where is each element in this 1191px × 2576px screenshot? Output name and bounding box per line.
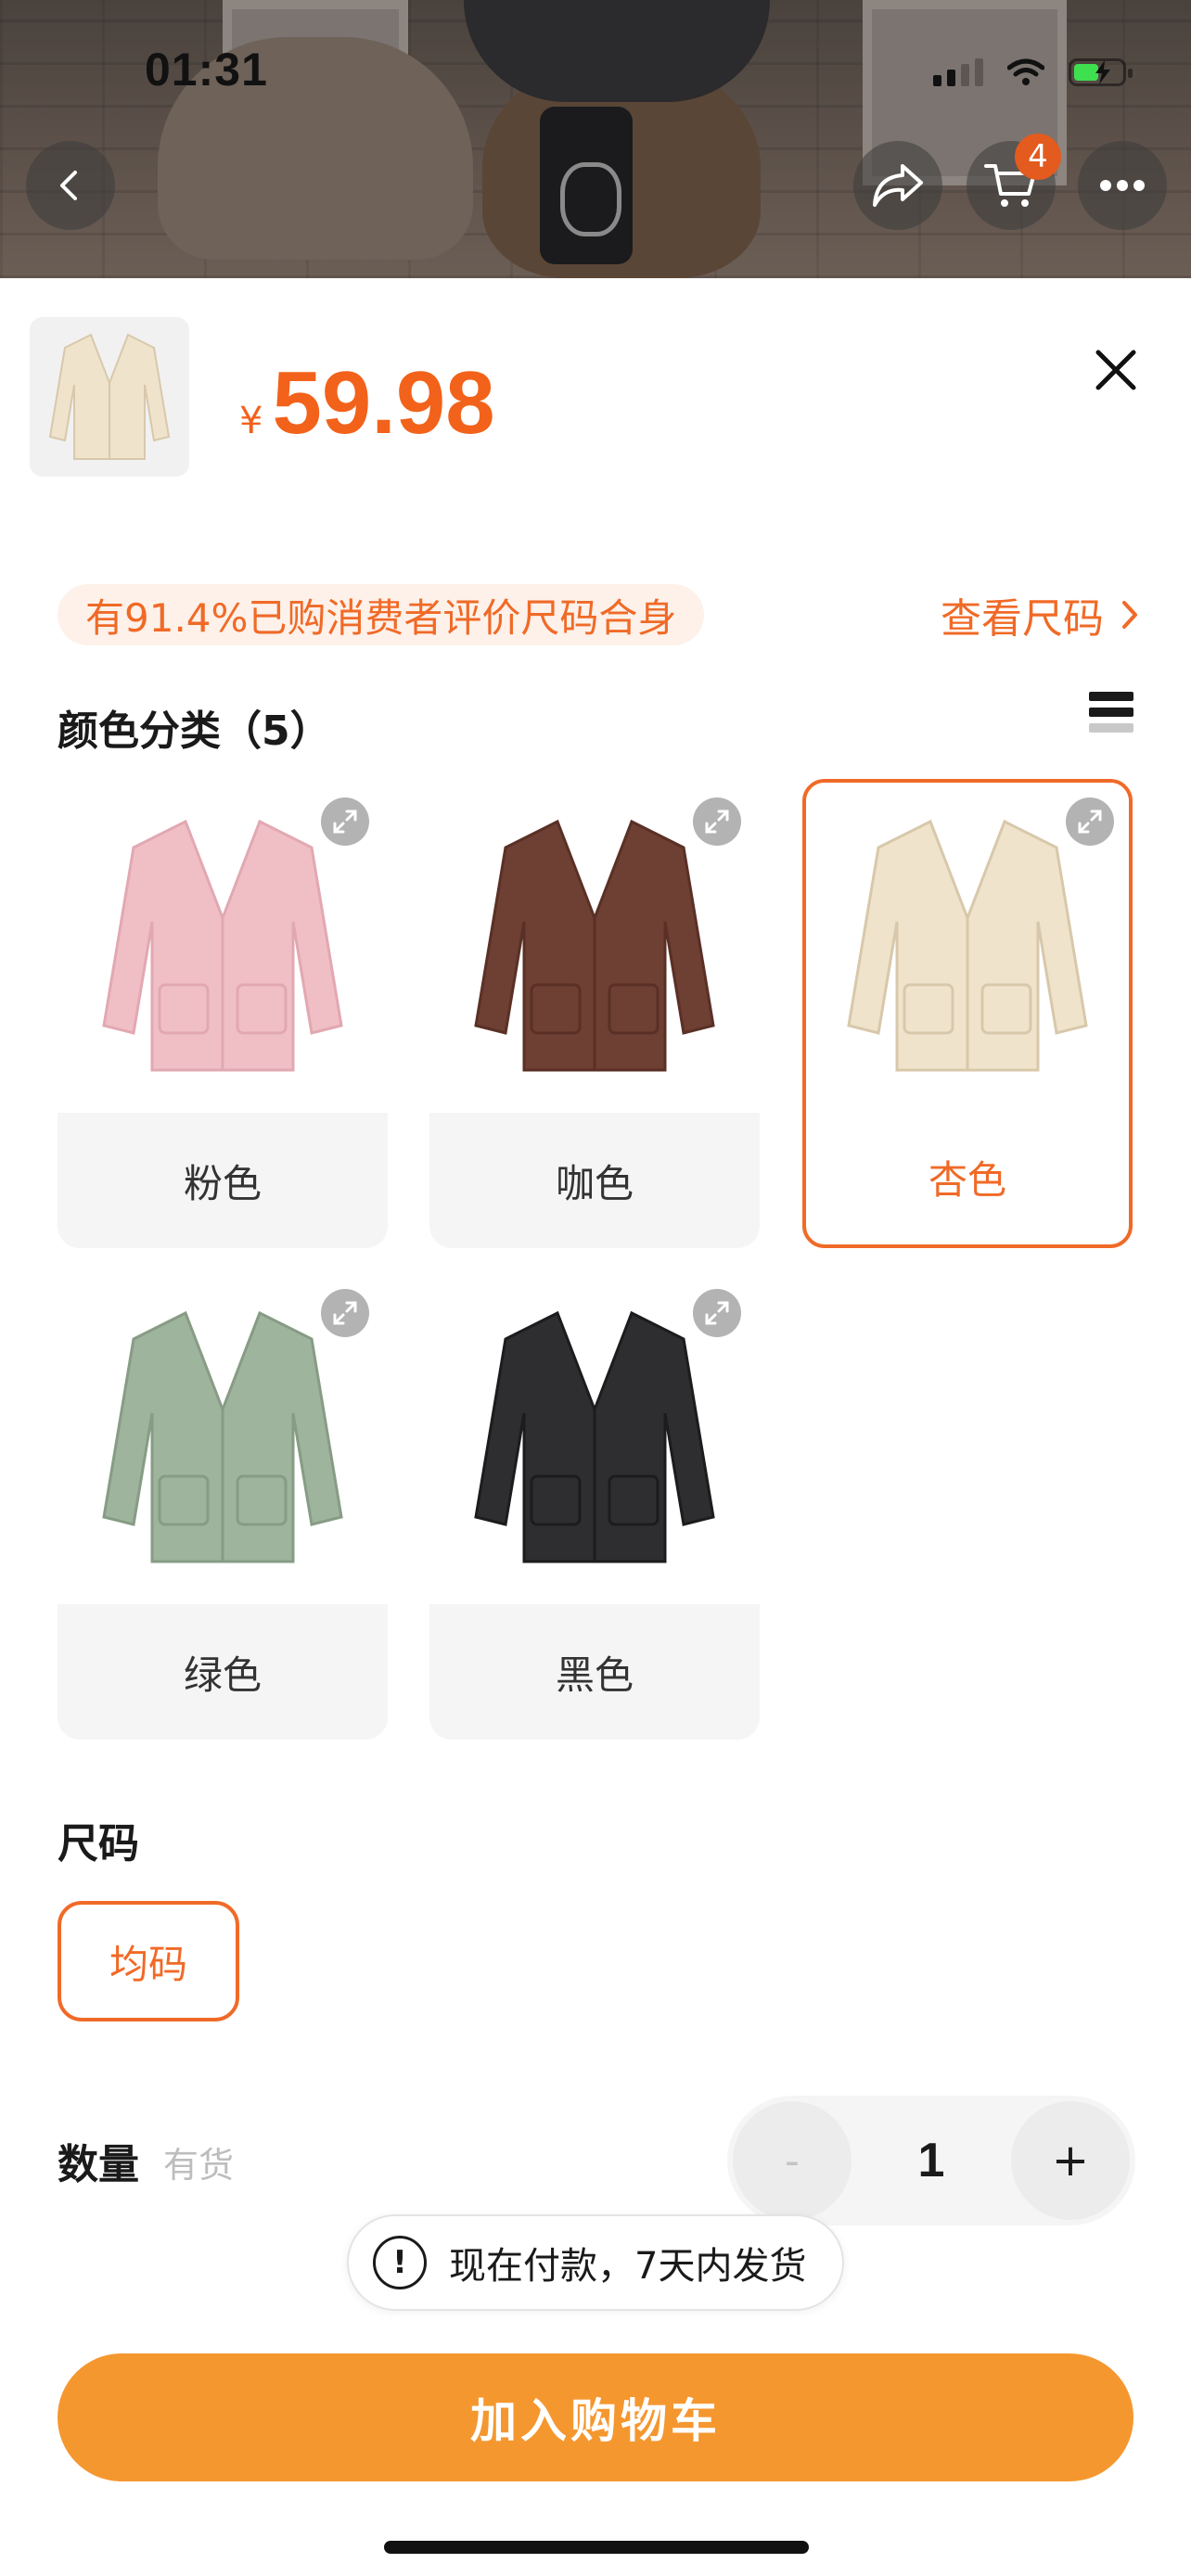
status-icons — [933, 54, 1133, 91]
size-section-title: 尺码 — [58, 1820, 139, 1868]
more-button[interactable] — [1078, 141, 1167, 230]
close-button[interactable] — [1085, 339, 1146, 401]
color-label: 绿色 — [183, 1651, 262, 1698]
color-label: 粉色 — [183, 1160, 262, 1206]
stock-status: 有货 — [163, 2145, 235, 2186]
cardigan-image — [847, 819, 1088, 1072]
increase-button[interactable]: + — [1011, 2101, 1130, 2220]
chevron-right-icon — [1122, 601, 1137, 629]
quantity-value[interactable]: 1 — [876, 2096, 987, 2225]
view-size-link[interactable]: 查看尺码 — [941, 584, 1139, 645]
expand-icon[interactable] — [1066, 797, 1114, 846]
share-icon — [873, 164, 923, 207]
color-option-black[interactable]: 黑色 — [429, 1270, 760, 1740]
quantity-stepper: - 1 + — [727, 2096, 1135, 2225]
price-value: 59.98 — [272, 353, 495, 453]
cardigan-image — [474, 819, 715, 1072]
color-option-beige[interactable]: 杏色 — [802, 779, 1133, 1248]
cart-count-badge: 4 — [1015, 134, 1061, 180]
shipping-notice: ! 现在付款，7天内发货 — [347, 2214, 844, 2311]
sku-selector-sheet: ¥ 59.98 有91.4%已购消费者评价尺码合身 查看尺码 颜色分类（5） 粉… — [0, 278, 1191, 2576]
home-indicator — [384, 2541, 809, 2554]
price: ¥ 59.98 — [239, 352, 495, 454]
cardigan-image — [102, 1310, 343, 1563]
size-option-one-size[interactable]: 均码 — [58, 1901, 239, 2021]
share-button[interactable] — [853, 141, 942, 230]
expand-icon[interactable] — [321, 1289, 369, 1337]
color-option-brown[interactable]: 咖色 — [429, 779, 760, 1248]
color-option-green[interactable]: 绿色 — [58, 1270, 388, 1740]
list-view-toggle[interactable] — [1089, 692, 1133, 744]
expand-icon[interactable] — [693, 1289, 741, 1337]
decrease-button[interactable]: - — [733, 2101, 852, 2220]
close-icon — [1095, 350, 1136, 390]
shipping-notice-text: 现在付款，7天内发货 — [449, 2245, 807, 2288]
signal-icon — [933, 58, 983, 86]
battery-icon — [1069, 58, 1133, 86]
back-button[interactable] — [26, 141, 115, 230]
currency-symbol: ¥ — [239, 400, 263, 442]
cardigan-image — [474, 1310, 715, 1563]
status-time: 01:31 — [145, 44, 268, 96]
product-thumbnail[interactable] — [30, 317, 189, 477]
color-option-pink[interactable]: 粉色 — [58, 779, 388, 1248]
chevron-left-icon — [60, 171, 77, 200]
product-photo-banner — [0, 0, 1191, 278]
cardigan-image — [102, 819, 343, 1072]
quantity-title: 数量 — [58, 2141, 139, 2188]
color-section-title: 颜色分类（5） — [58, 708, 331, 755]
color-label: 咖色 — [555, 1160, 634, 1206]
more-dots-icon — [1100, 180, 1145, 191]
add-to-cart-button[interactable]: 加入购物车 — [58, 2353, 1133, 2481]
color-label: 杏色 — [928, 1156, 1006, 1203]
expand-icon[interactable] — [693, 797, 741, 846]
info-icon: ! — [373, 2236, 427, 2289]
size-fit-tag: 有91.4%已购消费者评价尺码合身 — [58, 584, 705, 645]
cardigan-image — [48, 333, 171, 460]
view-size-label: 查看尺码 — [941, 595, 1104, 643]
wifi-icon — [1007, 58, 1044, 85]
color-label: 黑色 — [555, 1651, 634, 1698]
expand-icon[interactable] — [321, 797, 369, 846]
